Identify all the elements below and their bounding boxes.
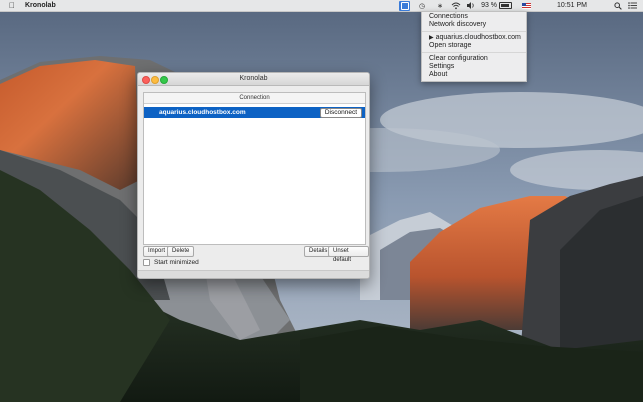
menu-separator xyxy=(422,31,526,32)
time-machine-icon[interactable]: ◷ xyxy=(416,0,428,11)
wifi-icon[interactable] xyxy=(450,0,462,11)
status-area: ◷ ∗ 93 % 10:51 PM xyxy=(396,0,643,11)
search-glyph xyxy=(614,1,622,10)
start-minimized-checkbox[interactable] xyxy=(143,259,150,266)
battery-percent: 93 % xyxy=(481,2,498,9)
connection-column-header: Connection xyxy=(144,93,365,104)
volume-glyph xyxy=(466,2,474,9)
menu-item-connections[interactable]: Connections xyxy=(422,13,526,21)
start-minimized-option[interactable]: Start minimized xyxy=(143,259,199,266)
menu-clock[interactable]: 10:51 PM xyxy=(557,0,587,11)
menu-separator xyxy=(422,52,526,53)
connection-host: aquarius.cloudhostbox.com xyxy=(159,109,246,116)
start-minimized-label: Start minimized xyxy=(154,259,199,266)
delete-button[interactable]: Delete xyxy=(167,246,195,257)
us-flag-icon[interactable] xyxy=(522,2,532,9)
app-menu-name[interactable]: Kronolab xyxy=(25,2,56,9)
battery-indicator[interactable]: 93 % xyxy=(481,0,513,11)
kronolab-tray-icon[interactable] xyxy=(399,0,411,11)
tray-icon-glyph xyxy=(400,2,409,10)
window-title: Kronolab xyxy=(239,75,268,82)
play-icon: ▶ xyxy=(429,35,434,41)
tray-dropdown-menu: Connections Network discovery ▶ aquarius.… xyxy=(421,11,527,82)
battery-fill xyxy=(501,4,510,7)
apple-icon[interactable]:  xyxy=(8,1,16,10)
wifi-glyph xyxy=(451,2,461,9)
window-bottom-bar xyxy=(138,270,369,278)
volume-icon[interactable] xyxy=(465,0,477,11)
menu-item-active-connection[interactable]: ▶ aquarius.cloudhostbox.com xyxy=(422,34,526,42)
menu-item-settings[interactable]: Settings xyxy=(422,63,526,71)
import-button[interactable]: Import xyxy=(143,246,171,257)
menu-item-about[interactable]: About xyxy=(422,71,526,79)
unset-default-button[interactable]: Unset default xyxy=(328,246,369,263)
battery-icon xyxy=(499,2,513,9)
menu-item-network-discovery[interactable]: Network discovery xyxy=(422,21,526,29)
menu-bar:  Kronolab ◷ ∗ 93 % 10:51 PM xyxy=(0,0,643,12)
connection-row[interactable]: aquarius.cloudhostbox.com Disconnect xyxy=(144,107,365,118)
menu-item-clear-configuration[interactable]: Clear configuration xyxy=(422,55,526,63)
connection-list: Connection aquarius.cloudhostbox.com Dis… xyxy=(143,92,366,245)
kronolab-window: Kronolab Connection aquarius.cloudhostbo… xyxy=(137,72,370,279)
notification-list-icon[interactable] xyxy=(627,0,637,11)
menu-item-open-storage[interactable]: Open storage xyxy=(422,42,526,50)
spotlight-search-icon[interactable] xyxy=(613,0,623,11)
window-titlebar[interactable]: Kronolab xyxy=(138,73,369,86)
disconnect-button[interactable]: Disconnect xyxy=(319,108,362,118)
bluetooth-icon[interactable]: ∗ xyxy=(434,0,446,11)
list-glyph xyxy=(627,2,637,9)
menu-item-active-connection-label: aquarius.cloudhostbox.com xyxy=(435,34,521,41)
